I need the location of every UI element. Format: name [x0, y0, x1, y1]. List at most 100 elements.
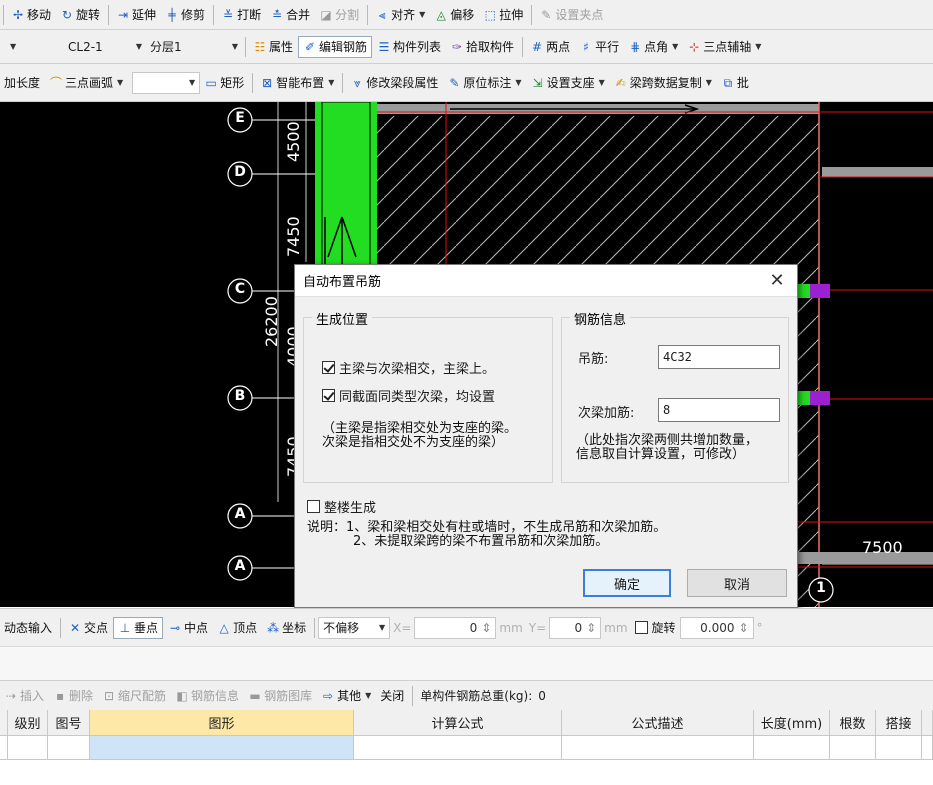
merge-button[interactable]: ≛ 合并: [266, 4, 314, 26]
column-length[interactable]: 长度(mm): [754, 710, 830, 736]
table-cell-selected[interactable]: [90, 736, 354, 760]
rectangle-button[interactable]: ▭ 矩形: [200, 72, 248, 94]
batch-button[interactable]: ⧉ 批: [717, 72, 753, 94]
three-point-arc-button[interactable]: ⌒ 三点画弧 ▼: [45, 72, 127, 94]
rotate-input[interactable]: 0.000 ⇕: [679, 616, 754, 639]
modify-beam-label: 修改梁段属性: [366, 76, 439, 90]
member-name-dropdown[interactable]: CL2-1 ▼: [64, 36, 146, 58]
smart-layout-button[interactable]: ⊠ 智能布置 ▼: [256, 72, 338, 94]
delete-button[interactable]: ▪ 删除: [49, 685, 97, 707]
column-formula[interactable]: 计算公式: [354, 710, 562, 736]
dialog-title: 自动布置吊筋: [303, 275, 382, 290]
member-list-button[interactable]: ☰ 构件列表: [373, 36, 445, 58]
scale-rebar-button[interactable]: ⊡ 缩尺配筋: [98, 685, 170, 707]
snap-vertex-button[interactable]: △ 顶点: [213, 617, 261, 639]
three-point-axis-icon: ⊹: [689, 39, 700, 54]
beam-marker-purple: [810, 391, 830, 405]
parallel-button[interactable]: ♯ 平行: [575, 36, 623, 58]
point-angle-button[interactable]: ⋕ 点角 ▼: [624, 36, 682, 58]
three-point-axis-button[interactable]: ⊹ 三点辅轴 ▼: [683, 36, 765, 58]
set-support-button[interactable]: ⇲ 设置支座 ▼: [527, 72, 609, 94]
snap-intersection-button[interactable]: ✕ 交点: [64, 617, 112, 639]
copy-span-button[interactable]: ✍ 梁跨数据复制 ▼: [610, 72, 716, 94]
table-cell[interactable]: [562, 736, 754, 760]
snap-perpendicular-button[interactable]: ⊥ 垂点: [113, 616, 164, 639]
snap-coordinate-label: 坐标: [282, 621, 307, 635]
trim-button[interactable]: ╪ 修剪: [161, 4, 209, 26]
member-type-dropdown[interactable]: ▼: [2, 36, 64, 58]
ok-button[interactable]: 确定: [583, 569, 671, 597]
same-section-checkbox[interactable]: [322, 389, 335, 402]
snap-coordinate-button[interactable]: ⁂ 坐标: [262, 617, 310, 639]
column-shape-no[interactable]: 图号: [48, 710, 90, 736]
two-points-label: 两点: [546, 40, 571, 54]
x-input[interactable]: 0 ⇕: [414, 616, 497, 639]
hanger-input[interactable]: 4C32: [658, 345, 780, 369]
modify-beam-button[interactable]: ⩔ 修改梁段属性: [346, 72, 442, 94]
table-cell[interactable]: [8, 736, 48, 760]
draw-toolbar: 加长度 ⌒ 三点画弧 ▼ ▼ ▭ 矩形 ⊠ 智能布置 ▼ ⩔ 修改梁段属性 ✎ 原位标注 ▼ ⇲…: [0, 64, 933, 102]
main-beam-checkbox-label: 主梁与次梁相交，主梁上。: [339, 362, 496, 377]
edit-rebar-button[interactable]: ✐ 编辑钢筋: [298, 35, 373, 58]
three-point-axis-label: 三点辅轴: [703, 40, 752, 54]
rebar-info-button[interactable]: ◧ 钢筋信息: [171, 685, 243, 707]
table-cell[interactable]: [48, 736, 90, 760]
set-grip-label: 设置夹点: [555, 8, 604, 22]
rotate-checkbox[interactable]: [634, 621, 648, 634]
dialog-titlebar[interactable]: 自动布置吊筋 ✕: [295, 265, 797, 297]
pick-member-button[interactable]: ✑ 拾取构件: [446, 36, 518, 58]
move-button[interactable]: ✢ 移动: [7, 4, 55, 26]
table-cell[interactable]: [876, 736, 922, 760]
align-button[interactable]: ⫷ 对齐 ▼: [371, 4, 429, 26]
table-cell[interactable]: [830, 736, 876, 760]
extend-icon: ⇥: [118, 7, 129, 22]
rotate-unit: °: [756, 620, 763, 635]
whole-building-checkbox[interactable]: [307, 500, 320, 513]
dimension-7500: 7500: [862, 538, 903, 557]
other-button[interactable]: ⇨ 其他 ▼: [317, 685, 375, 707]
break-button[interactable]: ≚ 打断: [217, 4, 265, 26]
column-formula-desc[interactable]: 公式描述: [562, 710, 754, 736]
column-shape[interactable]: 图形: [90, 710, 354, 736]
description-line1: 说明：1、梁和梁相交处有柱或墙时，不生成吊筋和次梁加筋。: [307, 520, 667, 535]
table-cell[interactable]: [354, 736, 562, 760]
property-button[interactable]: ☷ 属性: [249, 36, 297, 58]
rotate-button[interactable]: ↻ 旋转: [56, 4, 104, 26]
smart-layout-icon: ⊠: [262, 75, 273, 90]
table-cell[interactable]: [0, 736, 8, 760]
arc-options-dropdown[interactable]: ▼: [132, 71, 201, 94]
column-count[interactable]: 根数: [830, 710, 876, 736]
whole-building-checkbox-row[interactable]: 整楼生成: [307, 497, 376, 516]
offset-mode-dropdown[interactable]: 不偏移 ▼: [318, 616, 391, 639]
close-panel-button[interactable]: 关闭: [376, 685, 408, 707]
extend-button[interactable]: ⇥ 延伸: [112, 4, 160, 26]
layer-dropdown[interactable]: 分层1 ▼: [146, 36, 242, 58]
main-beam-checkbox[interactable]: [322, 361, 335, 374]
same-section-checkbox-row[interactable]: 同截面同类型次梁，均设置: [322, 386, 495, 405]
column-grade[interactable]: 级别: [8, 710, 48, 736]
two-points-button[interactable]: # 两点: [526, 36, 574, 58]
extend-label: 延伸: [132, 8, 157, 22]
set-grip-button[interactable]: ✎ 设置夹点: [535, 4, 607, 26]
stretch-button[interactable]: ⬚ 拉伸: [479, 4, 527, 26]
close-icon[interactable]: ✕: [765, 270, 789, 291]
rebar-library-button[interactable]: ▬ 钢筋图库: [244, 685, 316, 707]
dynamic-input-button[interactable]: 动态输入: [0, 617, 56, 639]
snap-midpoint-button[interactable]: ⊸ 中点: [164, 617, 212, 639]
offset-button[interactable]: ◬ 偏移: [430, 4, 478, 26]
table-cell[interactable]: [754, 736, 830, 760]
column-lap[interactable]: 搭接: [876, 710, 922, 736]
chevron-down-icon: ▼: [328, 78, 335, 87]
main-beam-checkbox-row[interactable]: 主梁与次梁相交，主梁上。: [322, 358, 495, 377]
y-input[interactable]: 0 ⇕: [549, 616, 602, 639]
add-length-button[interactable]: 加长度: [0, 72, 44, 94]
split-button[interactable]: ◪ 分割: [315, 4, 363, 26]
secondary-rebar-input[interactable]: 8: [658, 398, 780, 422]
toolbar-separator: [60, 617, 62, 638]
cancel-button[interactable]: 取消: [687, 569, 787, 597]
dimension-7450: 7450: [284, 216, 303, 257]
in-situ-mark-button[interactable]: ✎ 原位标注 ▼: [443, 72, 525, 94]
insert-label: 插入: [20, 689, 45, 703]
insert-button[interactable]: ⇢ 插入: [0, 685, 48, 707]
table-cell[interactable]: [922, 736, 933, 760]
